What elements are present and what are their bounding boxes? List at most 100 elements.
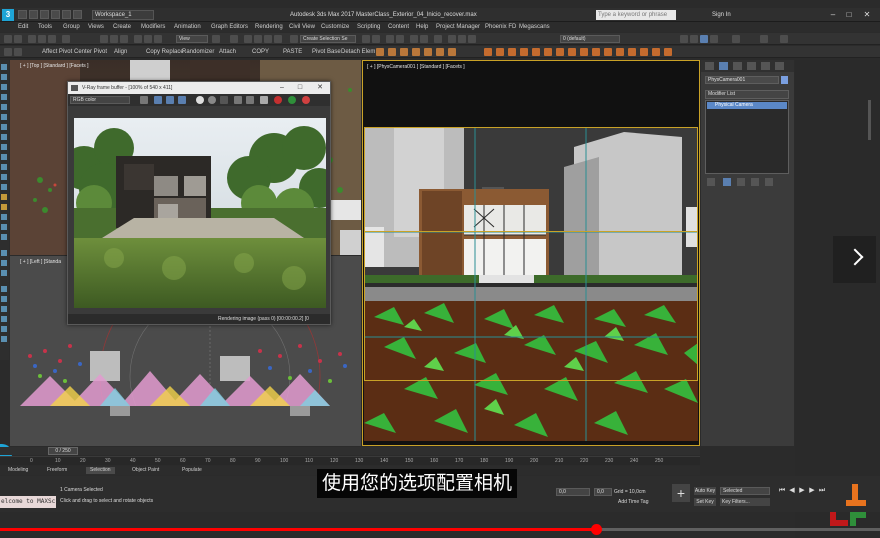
undo-icon[interactable]: [4, 35, 12, 43]
tool-icon[interactable]: [1, 184, 7, 190]
vray-icon[interactable]: [640, 48, 648, 56]
render-icon[interactable]: [288, 96, 296, 104]
tool-icon[interactable]: [1, 154, 7, 160]
snaps-toggle-icon[interactable]: [244, 35, 252, 43]
menu-item-modifiers[interactable]: Modifiers: [141, 23, 165, 31]
align-icon[interactable]: [372, 35, 380, 43]
minimize-button[interactable]: –: [826, 9, 840, 20]
tool-icon[interactable]: [1, 270, 7, 276]
menu-item-customize[interactable]: Customize: [321, 23, 349, 31]
project-icon[interactable]: [73, 10, 82, 19]
script-icon[interactable]: [448, 48, 456, 56]
key-selection-dropdown[interactable]: Selected: [720, 487, 770, 495]
video-scrubber-handle[interactable]: [591, 524, 603, 535]
ribbon-toggle-icon[interactable]: [732, 35, 740, 43]
menu-item-project-manager[interactable]: Project Manager: [436, 23, 480, 31]
x-coordinate-field[interactable]: 0,0: [556, 488, 590, 496]
close-button[interactable]: ✕: [860, 9, 874, 20]
tool-icon[interactable]: [1, 306, 7, 312]
vray-frame-buffer-window[interactable]: V-Ray frame buffer - [100% of 540 x 411]…: [67, 81, 331, 325]
maxscript-listener[interactable]: elcome to MAXScr: [0, 496, 59, 508]
tool-icon[interactable]: [1, 134, 7, 140]
script-icon[interactable]: [424, 48, 432, 56]
tool-icon[interactable]: [1, 64, 7, 70]
configure-modifier-sets-icon[interactable]: [765, 178, 773, 186]
select-by-name-icon[interactable]: [110, 35, 118, 43]
left-viewport-label[interactable]: [ + ] [Left ] [Standa: [20, 259, 61, 265]
previous-frame-icon[interactable]: ◀: [788, 487, 796, 495]
menu-item-civil-view[interactable]: Civil View: [289, 23, 315, 31]
region-select-icon[interactable]: [120, 35, 128, 43]
tool-icon[interactable]: [1, 104, 7, 110]
next-frame-icon[interactable]: ▶: [808, 487, 816, 495]
vray-icon[interactable]: [544, 48, 552, 56]
hierarchy-tab-icon[interactable]: [733, 62, 742, 70]
attach-button[interactable]: Attach: [219, 48, 236, 56]
wrench-icon[interactable]: [780, 35, 788, 43]
bind-icon[interactable]: [48, 35, 56, 43]
camera-viewport[interactable]: [ + ] [PhysCamera001 ] [Standard ] [Face…: [362, 60, 700, 446]
tool-icon[interactable]: [1, 174, 7, 180]
percent-snap-icon[interactable]: [264, 35, 272, 43]
show-end-result-icon[interactable]: [723, 178, 731, 186]
scene-explorer-icon[interactable]: [386, 35, 394, 43]
vray-icon[interactable]: [616, 48, 624, 56]
script-icon[interactable]: [436, 48, 444, 56]
schematic-view-icon[interactable]: [420, 35, 428, 43]
vray-icon[interactable]: [520, 48, 528, 56]
object-color-swatch[interactable]: [781, 76, 788, 84]
go-to-end-icon[interactable]: ⏭: [818, 487, 826, 495]
affect-pivot-button[interactable]: Affect Pivot: [42, 48, 72, 56]
interactive-render-icon[interactable]: [302, 96, 310, 104]
sign-in-link[interactable]: Sign In: [712, 10, 731, 20]
z-axis-icon[interactable]: [700, 35, 708, 43]
modifier-stack-item[interactable]: Physical Camera: [707, 102, 787, 109]
tool-icon[interactable]: [1, 250, 7, 256]
y-coordinate-field[interactable]: 0,0: [594, 488, 612, 496]
save-file-icon[interactable]: [40, 10, 49, 19]
tool-icon[interactable]: [1, 326, 7, 332]
auto-key-button[interactable]: Auto Key: [694, 487, 716, 495]
render-production-icon[interactable]: [468, 35, 476, 43]
region-render-icon[interactable]: [260, 96, 268, 104]
render-setup-icon[interactable]: [448, 35, 456, 43]
time-slider-track[interactable]: 0 / 250: [0, 447, 700, 455]
y-axis-icon[interactable]: [690, 35, 698, 43]
modify-tab-icon[interactable]: [719, 62, 728, 70]
reference-coordinate-dropdown[interactable]: View: [176, 35, 208, 43]
layer-explorer-icon[interactable]: [396, 35, 404, 43]
app-logo[interactable]: 3: [2, 9, 14, 21]
alpha-channel-icon[interactable]: [196, 96, 204, 104]
paste-button[interactable]: PASTE: [283, 48, 302, 56]
motion-tab-icon[interactable]: [747, 62, 756, 70]
menu-item-create[interactable]: Create: [113, 23, 131, 31]
set-key-button[interactable]: Set Key: [694, 498, 716, 506]
go-to-start-icon[interactable]: ⏮: [778, 487, 786, 495]
menu-item-megascans[interactable]: Megascans: [519, 23, 550, 31]
layer-dropdown[interactable]: 0 (default): [560, 35, 620, 43]
menu-item-rendering[interactable]: Rendering: [255, 23, 283, 31]
display-tab-icon[interactable]: [761, 62, 770, 70]
graphite-tools-icon[interactable]: [4, 48, 12, 56]
rotate-icon[interactable]: [144, 35, 152, 43]
selection-filter-icon[interactable]: [62, 35, 70, 43]
make-unique-icon[interactable]: [737, 178, 745, 186]
tool-icon[interactable]: [1, 336, 7, 342]
detach-elem-button[interactable]: Detach Elem: [341, 48, 375, 56]
script-icon[interactable]: [376, 48, 384, 56]
clear-icon[interactable]: [220, 96, 228, 104]
redo-icon[interactable]: [14, 35, 22, 43]
menu-item-phoenix-fd[interactable]: Phoenix FD: [485, 23, 516, 31]
tool-icon[interactable]: [1, 164, 7, 170]
tool-icon[interactable]: [1, 194, 7, 200]
select-manipulate-icon[interactable]: [230, 35, 238, 43]
modifier-stack[interactable]: Physical Camera: [705, 100, 789, 174]
vray-icon[interactable]: [592, 48, 600, 56]
menu-item-scripting[interactable]: Scripting: [357, 23, 380, 31]
vray-icon[interactable]: [484, 48, 492, 56]
scale-icon[interactable]: [154, 35, 162, 43]
next-video-button[interactable]: [833, 236, 876, 283]
time-slider[interactable]: 0 / 250: [48, 447, 78, 455]
menu-item-views[interactable]: Views: [88, 23, 104, 31]
tool-icon[interactable]: [1, 204, 7, 210]
